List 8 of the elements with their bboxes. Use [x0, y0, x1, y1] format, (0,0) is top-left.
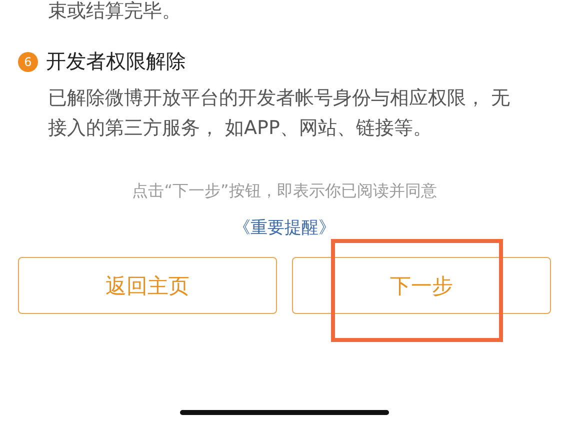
paragraph-text: 束或结算完毕。 [47, 0, 182, 22]
item-title: 开发者权限解除 [46, 48, 186, 75]
next-button[interactable]: 下一步 [292, 257, 551, 314]
notice-link[interactable]: 《重要提醒》 [234, 216, 336, 239]
item-description: 已解除微博开放平台的开发者帐号身份与相应权限， 无接入的第三方服务， 如APP、网站、链接等。 [48, 86, 512, 141]
home-button[interactable]: 返回主页 [18, 257, 277, 314]
consent-text: 点击“下一步”按钮，即表示你已阅读并同意 [131, 181, 438, 202]
number-badge: 6 [18, 52, 38, 72]
